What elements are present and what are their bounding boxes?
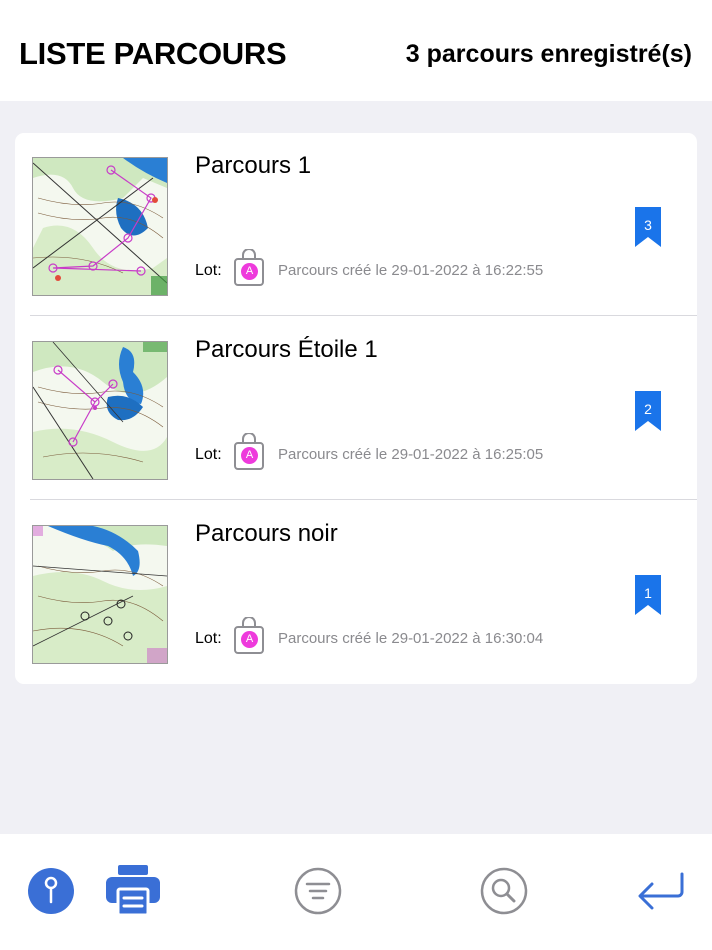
lot-bag-icon: A bbox=[233, 432, 265, 471]
header-bar: LISTE PARCOURS 3 parcours enregistré(s) bbox=[0, 0, 712, 101]
row-divider bbox=[30, 315, 697, 316]
list-item[interactable]: Parcours Étoile 1 Lot: A Parcours créé l… bbox=[15, 317, 697, 500]
course-name: Parcours 1 bbox=[195, 152, 312, 179]
creation-date: Parcours créé le 29-01-2022 à 16:22:55 bbox=[278, 262, 544, 279]
course-name: Parcours Étoile 1 bbox=[195, 336, 378, 363]
lot-letter: A bbox=[241, 447, 258, 464]
bottom-toolbar bbox=[0, 834, 712, 950]
printer-icon[interactable] bbox=[106, 865, 160, 920]
lot-bag-icon: A bbox=[233, 248, 265, 287]
bookmark-number: 2 bbox=[644, 401, 652, 417]
bookmark-number: 3 bbox=[644, 217, 652, 233]
course-map-thumbnail bbox=[32, 157, 168, 296]
bookmark-icon: 3 bbox=[635, 207, 661, 247]
filter-icon[interactable] bbox=[294, 867, 342, 920]
search-icon[interactable] bbox=[480, 867, 528, 920]
row-divider bbox=[30, 499, 697, 500]
lot-bag-icon: A bbox=[233, 616, 265, 655]
course-name: Parcours noir bbox=[195, 520, 338, 547]
list-item[interactable]: Parcours noir Lot: A Parcours créé le 29… bbox=[15, 501, 697, 684]
lot-label: Lot: bbox=[195, 630, 222, 647]
page-title: LISTE PARCOURS bbox=[19, 36, 287, 71]
bookmark-icon: 1 bbox=[635, 575, 661, 615]
bookmark-number: 1 bbox=[644, 585, 652, 601]
course-map-thumbnail bbox=[32, 341, 168, 480]
creation-date: Parcours créé le 29-01-2022 à 16:30:04 bbox=[278, 630, 544, 647]
course-count: 3 parcours enregistré(s) bbox=[405, 40, 692, 68]
list-item[interactable]: Parcours 1 Lot: A Parcours créé le 29-01… bbox=[15, 133, 697, 316]
pin-icon[interactable] bbox=[27, 867, 75, 920]
lot-label: Lot: bbox=[195, 446, 222, 463]
bookmark-icon: 2 bbox=[635, 391, 661, 431]
course-map-thumbnail bbox=[32, 525, 168, 664]
creation-date: Parcours créé le 29-01-2022 à 16:25:05 bbox=[278, 446, 544, 463]
return-icon[interactable] bbox=[636, 870, 686, 919]
lot-letter: A bbox=[241, 631, 258, 648]
course-list: Parcours 1 Lot: A Parcours créé le 29-01… bbox=[15, 133, 697, 684]
lot-label: Lot: bbox=[195, 262, 222, 279]
lot-letter: A bbox=[241, 263, 258, 280]
